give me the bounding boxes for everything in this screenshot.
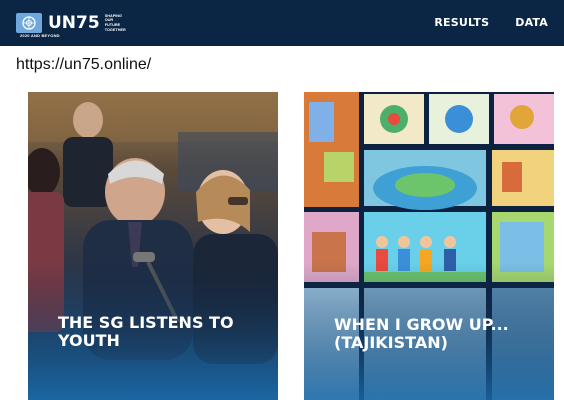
- card-when-i-grow-up-tajikistan[interactable]: WHEN I GROW UP... (TAJIKISTAN): [304, 92, 554, 400]
- logo-tagline: SHAPING OUR FUTURE TOGETHER: [105, 14, 126, 32]
- card-title-line: THE SG LISTENS TO: [58, 313, 234, 332]
- card-title-line: (TAJIKISTAN): [334, 333, 448, 352]
- logo-subtitle: 2020 AND BEYOND: [20, 33, 60, 38]
- logo-text: UN75: [48, 13, 100, 33]
- nav-results-link[interactable]: RESULTS: [434, 16, 489, 29]
- logo-tagline-line: TOGETHER: [104, 27, 126, 32]
- card-title: WHEN I GROW UP... (TAJIKISTAN): [334, 316, 534, 352]
- un-emblem-icon: [16, 13, 42, 33]
- card-photo-children-drawings: [304, 92, 554, 400]
- un75-logo[interactable]: UN75 SHAPING OUR FUTURE TOGETHER: [16, 11, 126, 35]
- top-navigation-bar: UN75 SHAPING OUR FUTURE TOGETHER 2020 AN…: [0, 0, 564, 46]
- page-url: https://un75.online/: [16, 56, 152, 73]
- card-sg-listens-to-youth[interactable]: THE SG LISTENS TO YOUTH: [28, 92, 278, 400]
- nav-data-link[interactable]: DATA: [515, 16, 548, 29]
- card-title: THE SG LISTENS TO YOUTH: [58, 314, 258, 350]
- card-title-line: YOUTH: [58, 331, 120, 350]
- main-nav: RESULTS DATA: [434, 16, 548, 29]
- card-title-line: WHEN I GROW UP...: [334, 315, 509, 334]
- card-photo-sg-listens: [28, 92, 278, 400]
